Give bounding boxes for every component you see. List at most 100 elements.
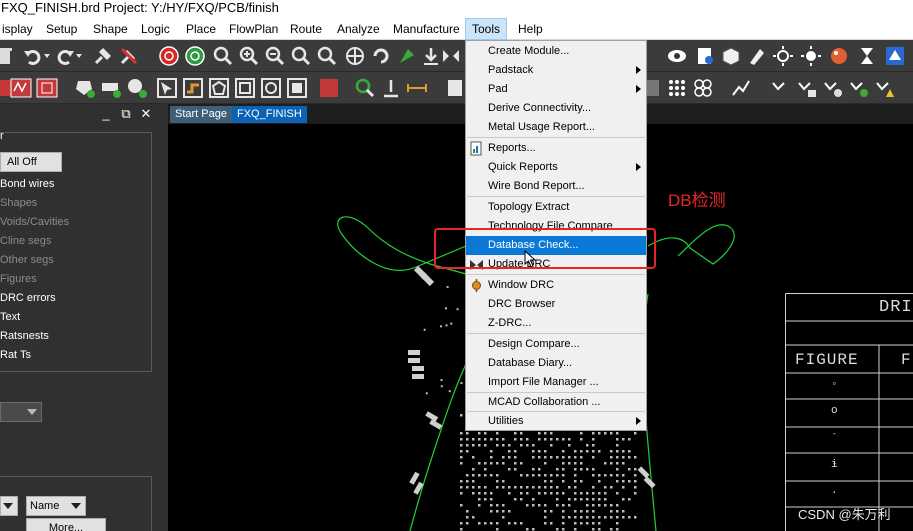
grid-dots-icon[interactable] bbox=[666, 77, 688, 99]
layer-red-icon[interactable] bbox=[318, 77, 340, 99]
menu-flowplan[interactable]: FlowPlan bbox=[223, 18, 284, 40]
zoom-fit-icon[interactable] bbox=[212, 45, 234, 67]
unpin-icon[interactable] bbox=[118, 45, 140, 67]
menu-logic[interactable]: Logic bbox=[135, 18, 176, 40]
hourglass-icon[interactable] bbox=[856, 45, 878, 67]
waveform-icon[interactable] bbox=[10, 77, 32, 99]
filter-rat-ts[interactable]: Rat Ts bbox=[0, 349, 31, 361]
menu-route[interactable]: Route bbox=[284, 18, 328, 40]
filter-figures[interactable]: Figures bbox=[0, 273, 37, 285]
measure-icon[interactable] bbox=[406, 77, 428, 99]
add-circle-icon[interactable] bbox=[126, 77, 148, 99]
pin-icon[interactable] bbox=[92, 45, 114, 67]
menu-item-z-drc[interactable]: Z-DRC... bbox=[466, 314, 646, 333]
menu-item-label: Padstack bbox=[488, 64, 534, 76]
type-select[interactable] bbox=[0, 496, 18, 516]
zoom-world-icon[interactable] bbox=[316, 45, 338, 67]
object-type-select[interactable] bbox=[0, 402, 42, 422]
menu-item-quick-reports[interactable]: Quick Reports bbox=[466, 158, 646, 177]
filter-bond-wires[interactable]: Bond wires bbox=[0, 178, 54, 190]
color-green-icon[interactable] bbox=[396, 45, 418, 67]
dim-light-icon[interactable] bbox=[800, 45, 822, 67]
select-box-icon[interactable] bbox=[156, 77, 178, 99]
menu-item-wire-bond-report[interactable]: Wire Bond Report... bbox=[466, 177, 646, 196]
redo-dropdown-icon[interactable] bbox=[72, 45, 94, 67]
menu-item-window-drc[interactable]: Window DRC bbox=[466, 276, 646, 295]
menu-item-drc-browser[interactable]: DRC Browser bbox=[466, 295, 646, 314]
route-warn-icon[interactable] bbox=[874, 77, 896, 99]
tab-fxq-finish[interactable]: FXQ_FINISH bbox=[232, 106, 307, 123]
script-icon[interactable] bbox=[444, 77, 466, 99]
place-icon[interactable] bbox=[380, 77, 402, 99]
polygon-icon[interactable] bbox=[208, 77, 230, 99]
menu-item-pad[interactable]: Pad bbox=[466, 80, 646, 99]
chevron-down-icon bbox=[3, 503, 13, 509]
minimize-panel-icon[interactable]: _ bbox=[98, 106, 114, 122]
info-doc-icon[interactable] bbox=[694, 45, 716, 67]
all-off-button[interactable]: All Off bbox=[0, 152, 62, 172]
menu-item-padstack[interactable]: Padstack bbox=[466, 61, 646, 80]
shape-outline-icon[interactable] bbox=[36, 77, 58, 99]
menu-manufacture[interactable]: Manufacture bbox=[387, 18, 466, 40]
route-check-icon[interactable] bbox=[796, 77, 818, 99]
add-rect-icon[interactable] bbox=[100, 77, 122, 99]
light-icon[interactable] bbox=[772, 45, 794, 67]
menu-item-metal-usage-report[interactable]: Metal Usage Report... bbox=[466, 118, 646, 137]
fill-shape-icon[interactable] bbox=[286, 77, 308, 99]
menu-item-derive-connectivity[interactable]: Derive Connectivity... bbox=[466, 99, 646, 118]
filter-ratsnests[interactable]: Ratsnests bbox=[0, 330, 49, 342]
menu-help[interactable]: Help bbox=[512, 18, 549, 40]
menu-tools[interactable]: Tools bbox=[465, 18, 508, 40]
close-panel-icon[interactable]: ✕ bbox=[138, 106, 154, 122]
menu-shape[interactable]: Shape bbox=[87, 18, 134, 40]
filter-green-icon[interactable] bbox=[184, 45, 206, 67]
color-dialog-icon[interactable] bbox=[828, 45, 850, 67]
3d-view-icon[interactable] bbox=[884, 45, 906, 67]
menu-item-utilities[interactable]: Utilities bbox=[466, 412, 646, 431]
visibility-icon[interactable] bbox=[666, 45, 688, 67]
tab-start-page[interactable]: Start Page bbox=[170, 106, 232, 123]
menu-item-mcad-collaboration[interactable]: MCAD Collaboration ... bbox=[466, 393, 646, 412]
zoom-in-icon[interactable] bbox=[238, 45, 260, 67]
merge-shapes-icon[interactable] bbox=[182, 77, 204, 99]
name-select[interactable]: Name bbox=[26, 496, 86, 516]
float-panel-icon[interactable]: ⧉ bbox=[118, 106, 134, 122]
menu-item-import-file-manager[interactable]: Import File Manager ... bbox=[466, 373, 646, 392]
filter-shapes[interactable]: Shapes bbox=[0, 197, 37, 209]
route-tool-icon[interactable] bbox=[770, 77, 792, 99]
menu-item-design-compare[interactable]: Design Compare... bbox=[466, 335, 646, 354]
zoom-center-icon[interactable] bbox=[344, 45, 366, 67]
filter-text[interactable]: Text bbox=[0, 311, 20, 323]
filter-other-segs[interactable]: Other segs bbox=[0, 254, 54, 266]
board-outline-right bbox=[647, 224, 735, 265]
menu-place[interactable]: Place bbox=[180, 18, 222, 40]
zoom-previous-icon[interactable] bbox=[290, 45, 312, 67]
menu-item-create-module[interactable]: Create Module... bbox=[466, 42, 646, 61]
filter-voids[interactable]: Voids/Cavities bbox=[0, 216, 69, 228]
delete-icon[interactable] bbox=[0, 45, 16, 67]
via-array-icon[interactable] bbox=[692, 77, 714, 99]
menu-setup[interactable]: Setup bbox=[40, 18, 83, 40]
menu-item-database-diary[interactable]: Database Diary... bbox=[466, 354, 646, 373]
filter-red-icon[interactable] bbox=[158, 45, 180, 67]
menu-display[interactable]: isplay bbox=[0, 18, 39, 40]
circle-shape-icon[interactable] bbox=[260, 77, 282, 99]
refresh-icon[interactable] bbox=[370, 45, 392, 67]
rect-shape-icon[interactable] bbox=[234, 77, 256, 99]
more-button[interactable]: More... bbox=[26, 518, 106, 531]
mirror-icon[interactable] bbox=[440, 45, 462, 67]
zoom-green-icon[interactable] bbox=[354, 77, 376, 99]
zoom-out-icon[interactable] bbox=[264, 45, 286, 67]
route-connect-icon[interactable] bbox=[730, 77, 752, 99]
menu-item-topology-extract[interactable]: Topology Extract bbox=[466, 198, 646, 217]
filter-drc-errors[interactable]: DRC errors bbox=[0, 292, 56, 304]
package-icon[interactable] bbox=[720, 45, 742, 67]
filter-cline-segs[interactable]: Cline segs bbox=[0, 235, 51, 247]
highlight-icon[interactable] bbox=[746, 45, 768, 67]
menu-analyze[interactable]: Analyze bbox=[331, 18, 386, 40]
menu-item-reports[interactable]: Reports... bbox=[466, 139, 646, 158]
route-ok-icon[interactable] bbox=[848, 77, 870, 99]
add-shape-icon[interactable] bbox=[74, 77, 96, 99]
download-icon[interactable] bbox=[420, 45, 442, 67]
route-gear-icon[interactable] bbox=[822, 77, 844, 99]
